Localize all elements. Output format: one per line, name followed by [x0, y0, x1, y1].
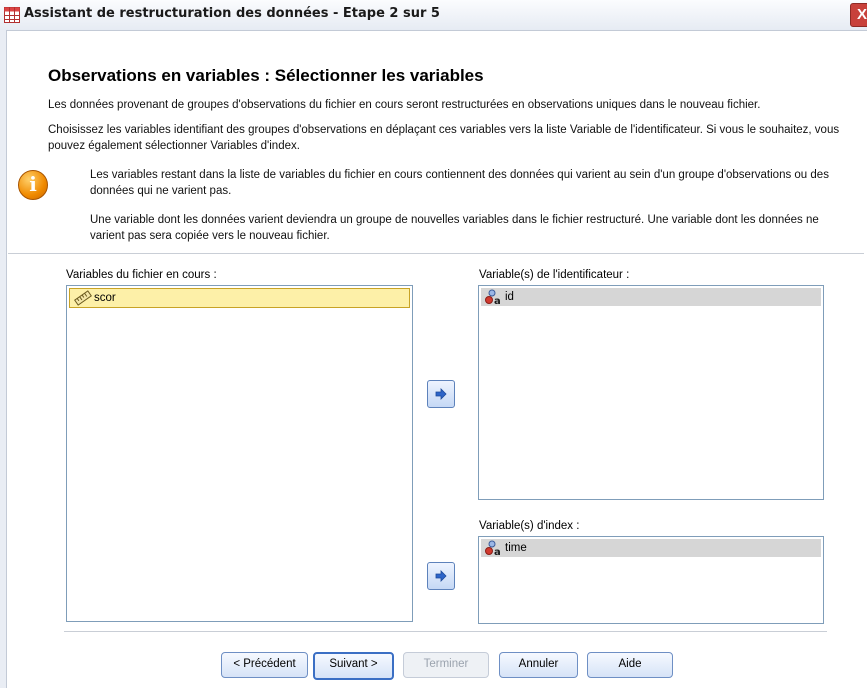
info-text-1: Les variables restant dans la liste de v…	[90, 169, 829, 197]
window-frame-left	[0, 30, 7, 688]
current-vars-label: Variables du fichier en cours :	[66, 269, 217, 281]
list-item-scor[interactable]: scor	[69, 288, 410, 308]
move-to-index-button[interactable]	[427, 562, 455, 590]
svg-text:a: a	[494, 547, 501, 556]
svg-text:a: a	[494, 296, 501, 305]
title-bar: Assistant de restructuration des données…	[0, 0, 867, 31]
info-text-2: Une variable dont les données varient de…	[90, 214, 819, 242]
page-title: Observations en variables : Sélectionner…	[48, 66, 484, 85]
arrow-right-icon	[435, 388, 447, 400]
finish-button[interactable]: Terminer	[403, 652, 489, 678]
list-item-id[interactable]: a id	[481, 288, 821, 306]
list-item-label: id	[505, 291, 514, 303]
list-item-label: scor	[94, 292, 116, 304]
list-item-label: time	[505, 542, 527, 554]
index-vars-list[interactable]: a time	[478, 536, 824, 624]
close-button[interactable]: X	[850, 3, 867, 27]
footer-divider	[64, 631, 827, 632]
help-button[interactable]: Aide	[587, 652, 673, 678]
instructions-text: Choisissez les variables identifiant des…	[48, 124, 840, 152]
arrow-right-icon	[435, 570, 447, 582]
intro-text: Les données provenant de groupes d'obser…	[48, 99, 761, 111]
nominal-string-icon: a	[485, 540, 501, 556]
index-vars-label: Variable(s) d'index :	[479, 520, 580, 532]
identifier-vars-list[interactable]: a id	[478, 285, 824, 500]
move-to-identifier-button[interactable]	[427, 380, 455, 408]
identifier-vars-label: Variable(s) de l'identificateur :	[479, 269, 630, 281]
current-vars-list[interactable]: scor	[66, 285, 413, 622]
ruler-scale-icon	[74, 290, 92, 306]
window-title: Assistant de restructuration des données…	[24, 6, 440, 21]
nominal-string-icon: a	[485, 289, 501, 305]
next-button[interactable]: Suivant >	[313, 652, 394, 680]
previous-button[interactable]: < Précédent	[221, 652, 308, 678]
cancel-button[interactable]: Annuler	[499, 652, 578, 678]
data-grid-icon	[4, 7, 20, 23]
list-item-time[interactable]: a time	[481, 539, 821, 557]
info-icon: i	[18, 170, 48, 200]
divider	[8, 253, 864, 254]
